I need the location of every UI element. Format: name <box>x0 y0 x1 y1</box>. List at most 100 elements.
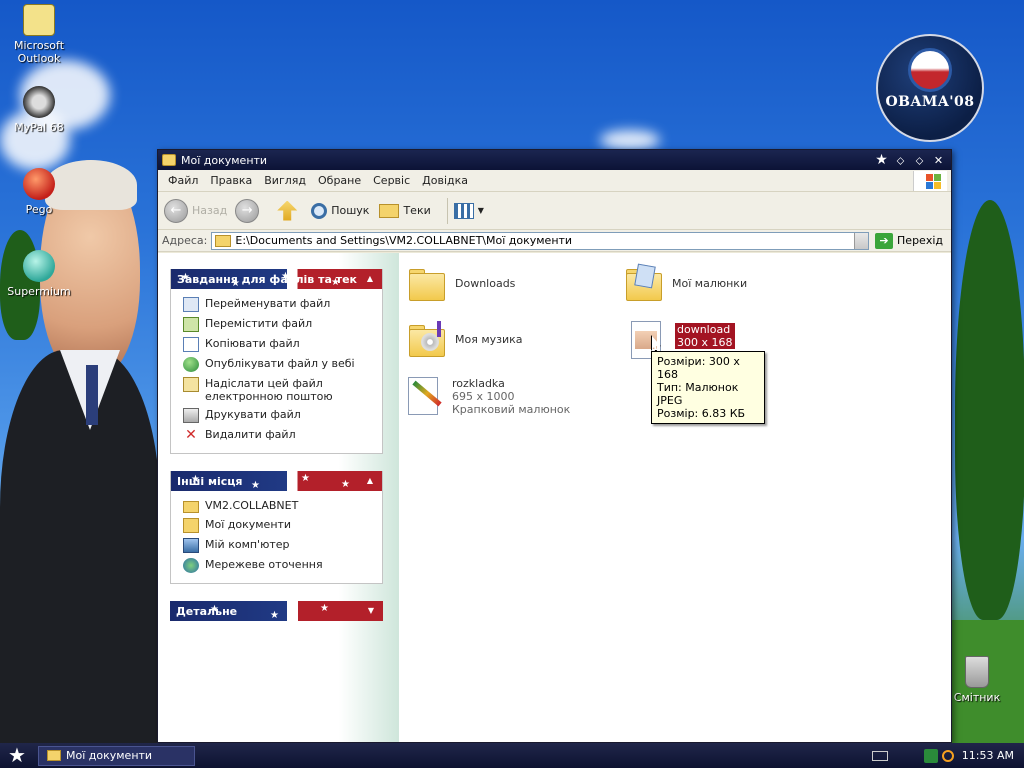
windows-logo-icon <box>913 171 947 191</box>
forward-arrow-icon[interactable]: → <box>235 198 260 223</box>
place-my-documents[interactable]: Мої документи <box>183 518 376 533</box>
folder-icon <box>215 234 232 247</box>
desktop-icon-label: Microsoft Outlook <box>13 39 65 65</box>
task-rename[interactable]: Перейменувати файл <box>183 297 376 312</box>
clock[interactable]: 11:53 AM <box>962 749 1014 762</box>
panel-title: Завдання для файлів та тек <box>177 272 358 286</box>
window-title: Мої документи <box>181 153 268 167</box>
email-icon <box>183 377 199 392</box>
minimize-button[interactable]: ⬦ <box>892 153 909 168</box>
star-icon[interactable]: ★ <box>873 152 890 168</box>
task-label: Надіслати цей файл електронною поштою <box>205 377 333 403</box>
task-print[interactable]: Друкувати файл <box>183 408 376 423</box>
file-item-downloads[interactable]: Downloads <box>407 265 515 305</box>
address-dropdown-button[interactable] <box>854 232 869 249</box>
views-button[interactable]: ▼ <box>453 202 484 219</box>
copy-icon <box>183 337 199 352</box>
folders-button-label: Теки <box>403 204 431 217</box>
desktop-icon-outlook[interactable]: Microsoft Outlook <box>2 4 76 65</box>
tooltip-type: Тип: Малюнок JPEG <box>657 381 739 407</box>
portrait-image <box>0 160 160 743</box>
menu-tools[interactable]: Сервіс <box>367 174 416 187</box>
documents-icon <box>183 518 199 533</box>
folders-button[interactable]: Теки <box>379 203 431 218</box>
address-input[interactable]: E:\Documents and Settings\VM2.COLLABNET\… <box>211 231 870 250</box>
search-button-label: Пошук <box>331 204 370 217</box>
maximize-button[interactable]: ⬦ <box>911 153 928 168</box>
task-pane: ★ ★ ★ ★ Завдання для файлів та тек ▲ Пер… <box>158 253 399 742</box>
desktop-icon-supermium[interactable]: Supermium <box>2 250 76 298</box>
toolbar: ← Назад → Пошук Теки ▼ <box>158 192 951 230</box>
details-panel: ★ ★ ★ Детальне ▼ <box>170 601 383 621</box>
task-label: Опублікувати файл у вебі <box>205 357 355 370</box>
collapse-icon[interactable]: ▲ <box>364 273 376 285</box>
panel-title: Інші місця <box>177 474 243 488</box>
rename-icon <box>183 297 199 312</box>
folder-icon <box>183 501 199 513</box>
magnifier-icon <box>311 202 328 219</box>
place-my-computer[interactable]: Мій комп'ютер <box>183 538 376 553</box>
details-panel-header[interactable]: ★ ★ ★ Детальне ▼ <box>170 601 383 621</box>
pictures-folder-icon <box>624 263 664 305</box>
close-button[interactable]: ✕ <box>930 153 947 168</box>
back-button-label[interactable]: Назад <box>192 204 227 217</box>
network-tray-icon[interactable] <box>923 748 938 763</box>
place-user-folder[interactable]: VM2.COLLABNET <box>183 499 376 513</box>
task-publish[interactable]: Опублікувати файл у вебі <box>183 357 376 372</box>
file-item-rozkladka[interactable]: rozkladka 695 x 1000 Крапковий малюнок <box>404 375 570 416</box>
search-tray-icon[interactable] <box>941 749 954 762</box>
file-info-tooltip: Розміри: 300 x 168 Тип: Малюнок JPEG Роз… <box>651 351 765 424</box>
desktop-icon-pego[interactable]: Pego <box>2 168 76 216</box>
other-places-panel-header[interactable]: ★ ★ ★ ★ Інші місця ▲ <box>171 471 382 491</box>
window-titlebar[interactable]: Мої документи ★ ⬦ ⬦ ✕ <box>158 150 951 170</box>
file-list[interactable]: Downloads Мої малюнки Моя музика downloa… <box>399 253 951 742</box>
back-arrow-icon[interactable]: ← <box>164 198 188 223</box>
folders-icon <box>379 203 400 218</box>
file-item-my-music[interactable]: Моя музика <box>407 321 523 361</box>
file-name: rozkladka <box>452 377 505 390</box>
tooltip-size: Розмір: 6.83 КБ <box>657 407 746 420</box>
task-delete[interactable]: ✕ Видалити файл <box>183 428 376 443</box>
tooltip-dimensions: Розміри: 300 x 168 <box>657 355 740 381</box>
menu-edit[interactable]: Правка <box>204 174 258 187</box>
recycle-bin-icon <box>965 656 989 688</box>
menu-favorites[interactable]: Обране <box>312 174 367 187</box>
up-folder-button[interactable] <box>277 200 301 221</box>
task-copy[interactable]: Копіювати файл <box>183 337 376 352</box>
menu-help[interactable]: Довідка <box>416 174 474 187</box>
go-button-label: Перехід <box>897 234 943 247</box>
place-label: Мережеве оточення <box>205 558 323 571</box>
task-label: Видалити файл <box>205 428 296 441</box>
search-button[interactable]: Пошук <box>311 202 370 219</box>
file-dimensions: 695 x 1000 <box>452 390 515 403</box>
taskbar-item-my-documents[interactable]: Мої документи <box>38 745 195 766</box>
desktop-icon-label: Supermium <box>7 285 71 298</box>
desktop-icon-label: MyPal 68 <box>14 121 64 134</box>
move-icon <box>183 317 199 332</box>
views-icon <box>453 202 474 219</box>
keyboard-icon[interactable] <box>871 750 888 761</box>
bitmap-image-icon <box>404 375 444 415</box>
task-label: Перейменувати файл <box>205 297 331 310</box>
task-label: Копіювати файл <box>205 337 300 350</box>
menu-file[interactable]: Файл <box>162 174 204 187</box>
menu-view[interactable]: Вигляд <box>258 174 312 187</box>
network-icon <box>183 558 199 573</box>
other-places-panel: ★ ★ ★ ★ Інші місця ▲ VM2.COLLABNET Мої д… <box>170 471 383 584</box>
task-move[interactable]: Перемістити файл <box>183 317 376 332</box>
file-name: Мої малюнки <box>672 277 748 290</box>
start-button[interactable]: ★ <box>0 743 34 768</box>
task-label: Перемістити файл <box>205 317 313 330</box>
desktop-icon-mypal[interactable]: MyPal 68 <box>2 86 76 134</box>
file-item-my-pictures[interactable]: Мої малюнки <box>624 263 748 305</box>
explorer-window[interactable]: Мої документи ★ ⬦ ⬦ ✕ Файл Правка Вигляд… <box>157 149 952 743</box>
go-button[interactable]: ➔ Перехід <box>875 232 943 249</box>
collapse-icon[interactable]: ▲ <box>364 475 376 487</box>
file-type: Крапковий малюнок <box>452 403 571 416</box>
place-network[interactable]: Мережеве оточення <box>183 558 376 573</box>
expand-icon[interactable]: ▼ <box>365 605 377 617</box>
file-tasks-panel-header[interactable]: ★ ★ ★ ★ Завдання для файлів та тек ▲ <box>171 269 382 289</box>
task-email[interactable]: Надіслати цей файл електронною поштою <box>183 377 376 403</box>
go-arrow-icon: ➔ <box>875 232 894 249</box>
system-tray: 11:53 AM <box>871 748 1024 763</box>
